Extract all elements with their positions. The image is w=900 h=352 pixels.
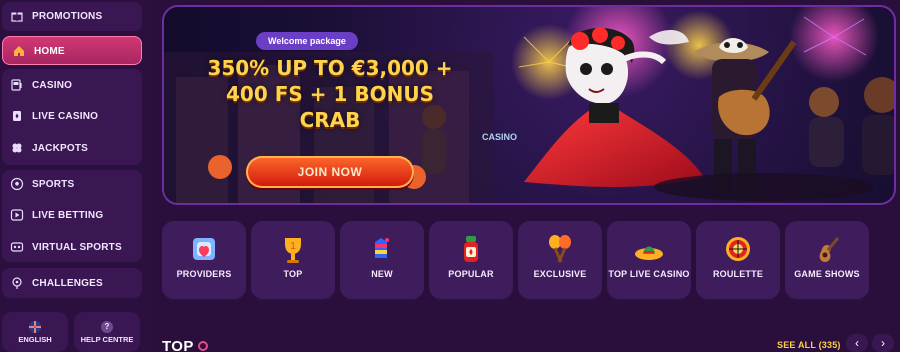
welcome-package-pill: Welcome package: [256, 32, 358, 50]
category-game-shows[interactable]: GAME SHOWS: [785, 221, 869, 301]
sidebar-item-casino[interactable]: CASINO: [10, 73, 72, 97]
category-label: TOP LIVE CASINO: [608, 269, 690, 279]
category-roulette[interactable]: ROULETTE: [696, 221, 780, 301]
trophy-icon: 1: [285, 238, 301, 263]
sidebar-item-live-casino[interactable]: LIVE CASINO: [10, 104, 98, 128]
category-top[interactable]: 1 TOP: [251, 221, 335, 301]
category-providers[interactable]: PROVIDERS: [162, 221, 246, 301]
sidebar-item-label: JACKPOTS: [32, 142, 89, 154]
sidebar-item-jackpots[interactable]: JACKPOTS: [10, 136, 88, 160]
scroll-right-button[interactable]: ›: [872, 334, 894, 352]
category-label: GAME SHOWS: [794, 269, 860, 279]
play-icon: [10, 208, 24, 222]
svg-text:1: 1: [290, 241, 296, 252]
roulette-icon: [726, 237, 750, 261]
category-popular[interactable]: POPULAR: [429, 221, 513, 301]
join-now-wrapper: JOIN NOW: [210, 152, 450, 192]
sidebar-group-promotions: PROMOTIONS: [2, 2, 142, 31]
target-icon: [10, 276, 24, 290]
category-label: NEW: [371, 269, 393, 279]
category-tiles: PROVIDERS 1 TOP NEW POPULAR EXCLUSIVE TO…: [162, 221, 892, 301]
sidebar-bottom: ENGLISH ? HELP CENTRE: [0, 312, 150, 352]
slot-machine-icon: [10, 78, 24, 92]
sidebar-group-sports: SPORTS LIVE BETTING VIRTUAL SPORTS: [2, 170, 142, 262]
category-label: TOP: [283, 269, 303, 279]
banner-headline: 350% UP TO €3,000 + 400 FS + 1 BONUS CRA…: [207, 56, 453, 132]
sidebar-item-live-betting[interactable]: LIVE BETTING: [10, 203, 103, 227]
language-label: ENGLISH: [18, 334, 52, 344]
section-title: TOP: [162, 338, 194, 352]
sidebar-item-virtual-sports[interactable]: VIRTUAL SPORTS: [10, 235, 122, 259]
sidebar-group-home: HOME: [2, 36, 142, 65]
see-all-link[interactable]: SEE ALL (335): [777, 340, 841, 350]
category-label: POPULAR: [448, 269, 494, 279]
sidebar-item-label: SPORTS: [32, 178, 75, 190]
join-now-button[interactable]: JOIN NOW: [246, 156, 414, 188]
sombrero-icon: [635, 246, 663, 260]
category-label: EXCLUSIVE: [533, 269, 587, 279]
sidebar-item-challenges[interactable]: CHALLENGES: [10, 271, 103, 295]
chevron-right-icon: ›: [881, 336, 885, 350]
sidebar-item-label: LIVE BETTING: [32, 209, 104, 221]
category-label: PROVIDERS: [176, 269, 232, 279]
sidebar-group-challenges: CHALLENGES: [2, 268, 142, 298]
sidebar: PROMOTIONS HOME CASINO LIVE CASINO JACKP…: [0, 0, 150, 352]
gift-icon: [10, 9, 24, 23]
gear-icon: [198, 341, 208, 351]
category-top-live-casino[interactable]: TOP LIVE CASINO: [607, 221, 691, 301]
chevron-left-icon: ‹: [855, 336, 859, 350]
category-exclusive[interactable]: EXCLUSIVE: [518, 221, 602, 301]
sidebar-item-label: LIVE CASINO: [32, 110, 99, 122]
house-icon: [12, 44, 26, 58]
sidebar-group-casino: CASINO LIVE CASINO JACKPOTS: [2, 69, 142, 165]
language-button[interactable]: ENGLISH: [2, 312, 68, 352]
promo-banner: Welcome package 350% UP TO €3,000 + 400 …: [162, 5, 896, 205]
maracas-icon: [549, 235, 571, 263]
vr-icon: [10, 240, 24, 254]
sidebar-item-label: CHALLENGES: [32, 277, 103, 289]
cards-icon: [10, 109, 24, 123]
category-label: ROULETTE: [712, 269, 764, 279]
sidebar-item-label: HOME: [34, 45, 65, 57]
category-new[interactable]: NEW: [340, 221, 424, 301]
uk-flag-icon: [29, 320, 41, 333]
sidebar-item-label: PROMOTIONS: [32, 10, 103, 22]
help-centre-label: HELP CENTRE: [80, 334, 134, 344]
scroll-left-button[interactable]: ‹: [846, 334, 868, 352]
sidebar-item-sports[interactable]: SPORTS: [10, 172, 74, 196]
pinata-icon: [375, 238, 389, 258]
help-icon: ?: [101, 320, 113, 333]
clover-icon: [10, 141, 24, 155]
tabasco-icon: [464, 236, 478, 262]
sidebar-item-promotions[interactable]: PROMOTIONS: [10, 4, 102, 28]
sidebar-item-label: CASINO: [32, 79, 73, 91]
guitar-icon: [819, 237, 840, 262]
sidebar-item-label: VIRTUAL SPORTS: [32, 241, 122, 253]
help-centre-button[interactable]: ? HELP CENTRE: [74, 312, 140, 352]
sidebar-item-home[interactable]: HOME: [12, 39, 65, 63]
providers-icon: [193, 238, 215, 260]
casino-sign: CASINO: [482, 132, 518, 142]
soccer-ball-icon: [10, 177, 24, 191]
